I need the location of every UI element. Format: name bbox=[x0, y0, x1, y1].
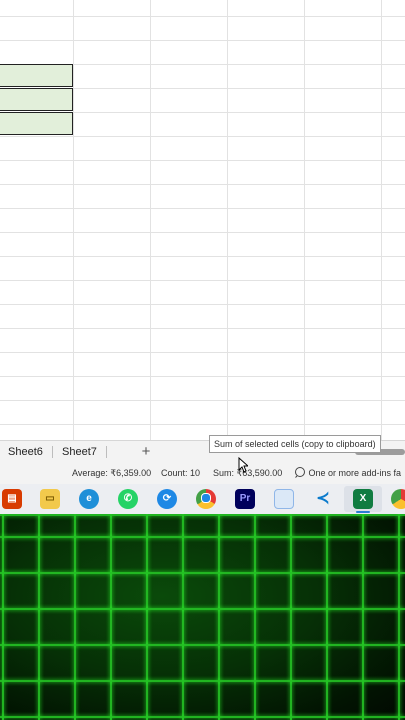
active-app-indicator bbox=[356, 511, 370, 513]
video-grid-vertical-line bbox=[290, 514, 292, 720]
video-grid-vertical-line bbox=[2, 514, 4, 720]
video-grid-horizontal-line bbox=[0, 716, 405, 718]
row-divider bbox=[0, 352, 405, 353]
video-grid-vertical-line bbox=[398, 514, 400, 720]
whatsapp-icon[interactable]: ✆ bbox=[118, 489, 138, 509]
video-grid-vertical-line bbox=[326, 514, 328, 720]
taskbar: ▤ ▭ e ✆ ⟳ Pr ≺ X bbox=[0, 484, 405, 514]
row-divider bbox=[0, 232, 405, 233]
office-app-icon[interactable]: ▤ bbox=[2, 489, 22, 509]
selected-cell[interactable] bbox=[0, 64, 73, 87]
chrome-profile-icon[interactable] bbox=[391, 489, 405, 509]
tab-sheet6[interactable]: Sheet6 bbox=[8, 441, 43, 463]
video-grid-horizontal-line bbox=[0, 572, 405, 574]
addins-warning-text: One or more add-ins fa bbox=[308, 468, 402, 478]
video-grid-horizontal-line bbox=[0, 608, 405, 610]
addins-warning[interactable]: One or more add-ins fa bbox=[294, 462, 401, 484]
tab-separator bbox=[106, 446, 107, 458]
video-grid-vertical-line bbox=[182, 514, 184, 720]
video-grid-vertical-line bbox=[110, 514, 112, 720]
row-divider bbox=[0, 40, 405, 41]
column-divider bbox=[381, 0, 382, 440]
excel-icon[interactable]: X bbox=[353, 489, 373, 509]
video-grid-vertical-line bbox=[146, 514, 148, 720]
status-sum-tooltip: Sum of selected cells (copy to clipboard… bbox=[209, 435, 381, 453]
edge-icon[interactable]: e bbox=[79, 489, 99, 509]
video-grid-vertical-line bbox=[218, 514, 220, 720]
video-grid-vertical-line bbox=[74, 514, 76, 720]
row-divider bbox=[0, 400, 405, 401]
tab-sheet7[interactable]: Sheet7 bbox=[62, 441, 97, 463]
video-grid-vertical-line bbox=[254, 514, 256, 720]
column-divider bbox=[73, 0, 74, 440]
row-divider bbox=[0, 136, 405, 137]
row-divider bbox=[0, 424, 405, 425]
chrome-icon[interactable] bbox=[196, 489, 216, 509]
mouse-cursor-icon bbox=[238, 457, 248, 473]
row-divider bbox=[0, 184, 405, 185]
addin-warning-icon bbox=[295, 467, 305, 478]
video-grid-vertical-line bbox=[38, 514, 40, 720]
worksheet-grid[interactable] bbox=[0, 0, 405, 440]
selected-cell[interactable] bbox=[0, 88, 73, 111]
row-divider bbox=[0, 256, 405, 257]
status-average[interactable]: Average: ₹6,359.00 bbox=[72, 462, 151, 484]
row-divider bbox=[0, 16, 405, 17]
status-count[interactable]: Count: 10 bbox=[161, 462, 200, 484]
row-divider bbox=[0, 376, 405, 377]
row-divider bbox=[0, 328, 405, 329]
row-divider bbox=[0, 160, 405, 161]
sync-app-icon[interactable]: ⟳ bbox=[157, 489, 177, 509]
video-grid-horizontal-line bbox=[0, 644, 405, 646]
status-bar: Average: ₹6,359.00 Count: 10 Sum: ₹63,59… bbox=[0, 462, 405, 484]
vscode-icon[interactable]: ≺ bbox=[313, 489, 333, 509]
column-divider bbox=[304, 0, 305, 440]
row-divider bbox=[0, 304, 405, 305]
row-divider bbox=[0, 208, 405, 209]
video-grid-horizontal-line bbox=[0, 536, 405, 538]
add-sheet-button[interactable]: + bbox=[138, 441, 154, 463]
row-divider bbox=[0, 280, 405, 281]
green-grid-video-overlay bbox=[0, 514, 405, 720]
video-grid-vertical-line bbox=[362, 514, 364, 720]
video-grid-horizontal-line bbox=[0, 514, 405, 516]
selected-cell[interactable] bbox=[0, 112, 73, 135]
notepad-icon[interactable] bbox=[274, 489, 294, 509]
column-divider bbox=[227, 0, 228, 440]
column-divider bbox=[150, 0, 151, 440]
tab-separator bbox=[52, 446, 53, 458]
video-grid-horizontal-line bbox=[0, 680, 405, 682]
file-explorer-icon[interactable]: ▭ bbox=[40, 489, 60, 509]
premiere-pro-icon[interactable]: Pr bbox=[235, 489, 255, 509]
